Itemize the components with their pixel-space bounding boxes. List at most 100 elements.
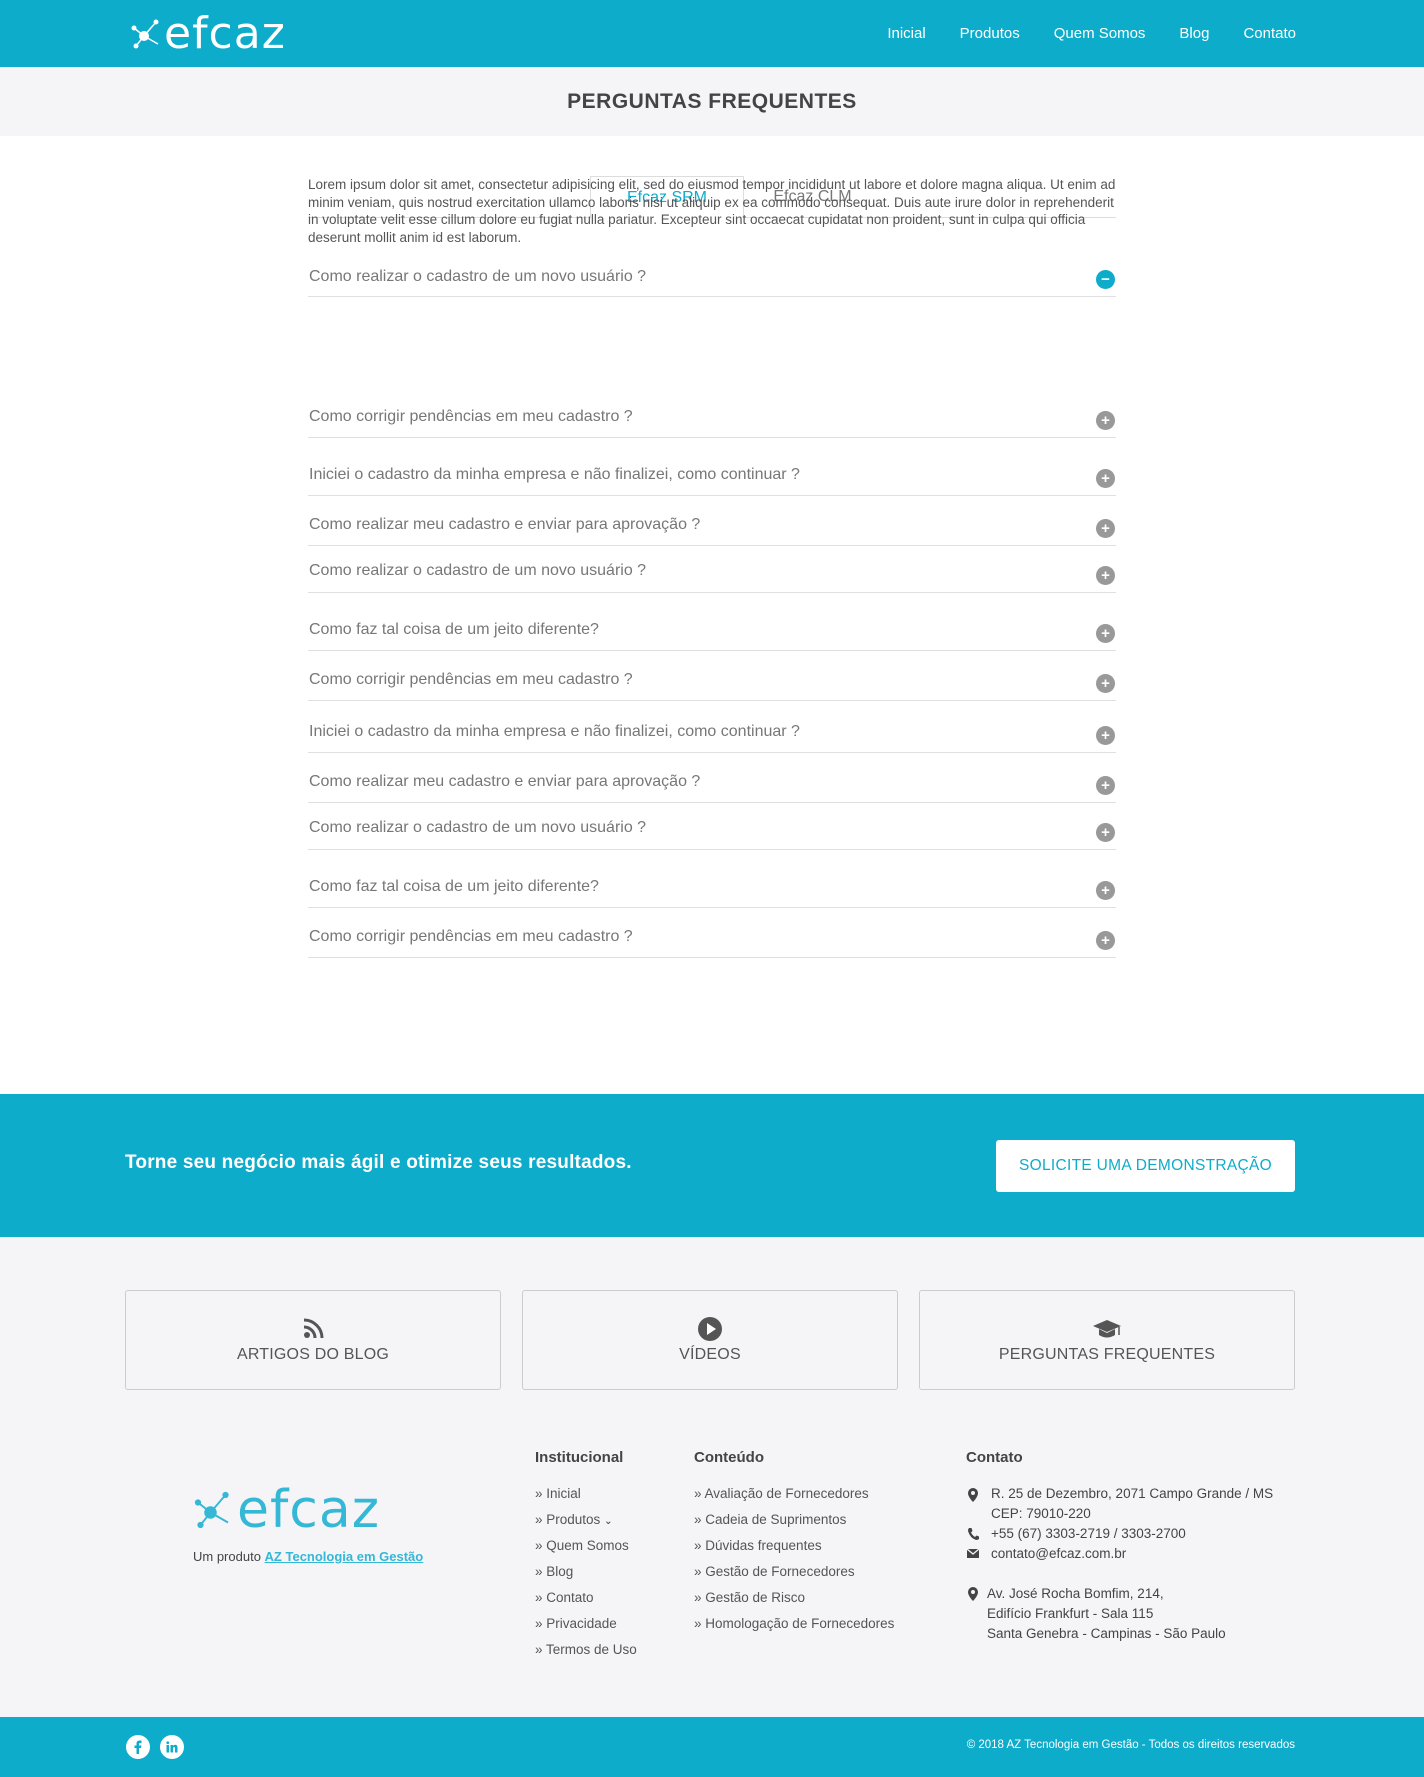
faq-item[interactable] (308, 849, 1116, 850)
expand-plus-icon[interactable]: + (1096, 566, 1115, 585)
nav-link-inicial[interactable]: Inicial (887, 25, 925, 42)
expand-plus-icon[interactable]: + (1096, 776, 1115, 795)
cta-text: Torne seu negócio mais ágil e otimize se… (125, 1152, 632, 1173)
map-marker-icon (968, 1488, 978, 1502)
faq-item[interactable] (308, 495, 1116, 496)
footer-product-credit: Um produto AZ Tecnologia em Gestão (193, 1549, 423, 1564)
card-label: ARTIGOS DO BLOG (236, 1346, 390, 1363)
faq-question[interactable]: Iniciei o cadastro da minha empresa e nã… (309, 466, 800, 484)
play-icon (698, 1317, 722, 1341)
faq-item[interactable] (308, 752, 1116, 753)
faq-item[interactable] (308, 545, 1116, 546)
faq-answer-text: Lorem ipsum dolor sit amet, consectetur … (308, 177, 1116, 245)
faq-item[interactable] (308, 592, 1116, 593)
faq-question[interactable]: Como realizar o cadastro de um novo usuá… (309, 819, 646, 837)
contact-email[interactable]: contato@efcaz.com.br (991, 1544, 1126, 1564)
footer-link-inicial[interactable]: » Inicial (535, 1486, 637, 1512)
cta-banner: Torne seu negócio mais ágil e otimize se… (0, 1094, 1424, 1237)
logo-wordmark: efcaz (164, 8, 286, 59)
faq-question[interactable]: Iniciei o cadastro da minha empresa e nã… (309, 723, 800, 741)
footer-link-blog[interactable]: » Blog (535, 1564, 637, 1590)
faq-question[interactable]: Como realizar o cadastro de um novo usuá… (309, 268, 646, 286)
faq-section: Efcaz SRM Efcaz CLM (0, 136, 1424, 1094)
expand-plus-icon[interactable]: + (1096, 519, 1115, 538)
footer-link-quem-somos[interactable]: » Quem Somos (535, 1538, 637, 1564)
faq-question[interactable]: Como faz tal coisa de um jeito diferente… (309, 621, 599, 639)
credit-prefix: Um produto (193, 1549, 265, 1564)
address-2-line-3: Santa Genebra - Campinas - São Paulo (987, 1626, 1226, 1641)
nav-link-quem-somos[interactable]: Quem Somos (1054, 25, 1146, 42)
footer-link-gestao-fornecedores[interactable]: » Gestão de Fornecedores (694, 1564, 894, 1590)
videos-card[interactable]: VÍDEOS (522, 1290, 898, 1390)
faq-question[interactable]: Como realizar meu cadastro e enviar para… (309, 773, 700, 791)
nav-link-contato[interactable]: Contato (1243, 25, 1296, 42)
address-1-line-1: R. 25 de Dezembro, 2071 Campo Grande / M… (991, 1486, 1274, 1501)
footer-contato: Contato (966, 1449, 1023, 1486)
expand-plus-icon[interactable]: + (1096, 469, 1115, 488)
graduation-cap-icon (1093, 1320, 1121, 1338)
faq-item[interactable] (308, 802, 1116, 803)
faq-item[interactable] (308, 296, 1116, 297)
phone-icon (968, 1528, 979, 1540)
page-title: PERGUNTAS FREQUENTES (567, 89, 857, 113)
collapse-minus-icon[interactable]: − (1096, 270, 1115, 289)
card-label: PERGUNTAS FREQUENTES (998, 1346, 1216, 1363)
molecule-logo-icon (194, 1491, 229, 1529)
phone-numbers: +55 (67) 3303-2719 / 3303-2700 (991, 1526, 1186, 1541)
footer-link-gestao-risco[interactable]: » Gestão de Risco (694, 1590, 894, 1616)
expand-plus-icon[interactable]: + (1096, 624, 1115, 643)
top-navbar: efcaz Inicial Produtos Quem Somos Blog C… (0, 0, 1424, 67)
faq-item[interactable] (308, 907, 1116, 908)
envelope-icon (966, 1548, 980, 1558)
address-1-line-2: CEP: 79010-220 (991, 1506, 1091, 1521)
page-title-band: PERGUNTAS FREQUENTES (0, 67, 1424, 136)
footer-logo-wordmark: efcaz (237, 1480, 381, 1540)
faq-question[interactable]: Como faz tal coisa de um jeito diferente… (309, 878, 599, 896)
az-tecnologia-link[interactable]: AZ Tecnologia em Gestão (265, 1549, 424, 1564)
footer-link-homologacao[interactable]: » Homologação de Fornecedores (694, 1616, 894, 1642)
faq-card[interactable]: PERGUNTAS FREQUENTES (919, 1290, 1295, 1390)
faq-question[interactable]: Como corrigir pendências em meu cadastro… (309, 408, 633, 426)
footer-link-cadeia[interactable]: » Cadeia de Suprimentos (694, 1512, 894, 1538)
footer-conteudo: Conteúdo » Avaliação de Fornecedores » C… (694, 1449, 894, 1642)
expand-plus-icon[interactable]: + (1096, 823, 1115, 842)
blog-articles-card[interactable]: ARTIGOS DO BLOG (125, 1290, 501, 1390)
nav-link-blog[interactable]: Blog (1179, 25, 1209, 42)
facebook-icon[interactable] (126, 1735, 150, 1759)
expand-plus-icon[interactable]: + (1096, 411, 1115, 430)
footer-logo[interactable]: efcaz (193, 1484, 380, 1536)
linkedin-icon[interactable] (160, 1735, 184, 1759)
molecule-logo-icon (131, 19, 159, 49)
faq-item[interactable] (308, 650, 1116, 651)
footer-link-privacidade[interactable]: » Privacidade (535, 1616, 637, 1642)
faq-item[interactable] (308, 957, 1116, 958)
header-logo[interactable]: efcaz (130, 12, 286, 56)
request-demo-button[interactable]: SOLICITE UMA DEMONSTRAÇÃO (996, 1140, 1295, 1192)
expand-plus-icon[interactable]: + (1096, 931, 1115, 950)
footer-link-termos[interactable]: » Termos de Uso (535, 1642, 637, 1668)
card-label: VÍDEOS (679, 1346, 741, 1363)
faq-question[interactable]: Como realizar o cadastro de um novo usuá… (309, 562, 646, 580)
footer-institucional: Institucional » Inicial » Produtos ⌄ » Q… (535, 1449, 637, 1668)
expand-plus-icon[interactable]: + (1096, 726, 1115, 745)
rss-icon (303, 1318, 324, 1339)
footer-link-produtos[interactable]: » Produtos ⌄ (535, 1512, 637, 1538)
expand-plus-icon[interactable]: + (1096, 674, 1115, 693)
footer-link-duvidas[interactable]: » Dúvidas frequentes (694, 1538, 894, 1564)
main-nav: Inicial Produtos Quem Somos Blog Contato (853, 0, 1296, 67)
footer-col-title: Conteúdo (694, 1449, 764, 1466)
faq-item[interactable] (308, 437, 1116, 438)
nav-link-produtos[interactable]: Produtos (960, 25, 1020, 42)
faq-question[interactable]: Como corrigir pendências em meu cadastro… (309, 928, 633, 946)
expand-plus-icon[interactable]: + (1096, 881, 1115, 900)
footer-link-avaliacao[interactable]: » Avaliação de Fornecedores (694, 1486, 894, 1512)
map-marker-icon (968, 1587, 978, 1601)
bottom-bar: © 2018 AZ Tecnologia em Gestão - Todos o… (0, 1717, 1424, 1777)
faq-question[interactable]: Como corrigir pendências em meu cadastro… (309, 671, 633, 689)
address-2-line-2: Edifício Frankfurt - Sala 115 (987, 1606, 1154, 1621)
footer-col-title: Institucional (535, 1449, 624, 1466)
footer-link-contato[interactable]: » Contato (535, 1590, 637, 1616)
faq-question[interactable]: Como realizar meu cadastro e enviar para… (309, 516, 700, 534)
faq-item[interactable] (308, 700, 1116, 701)
chevron-down-icon: ⌄ (604, 1516, 613, 1527)
